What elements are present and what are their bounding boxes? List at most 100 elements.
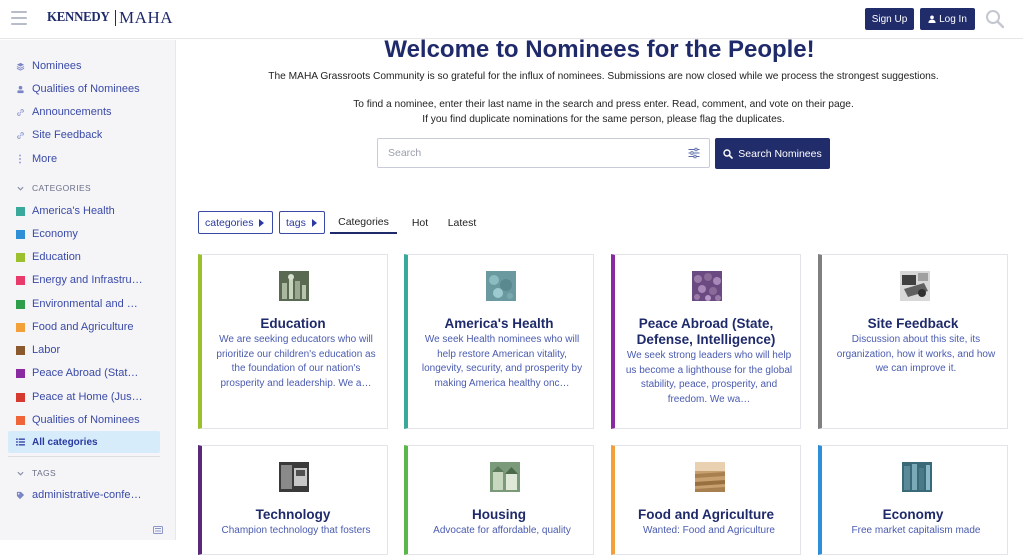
- sidebar-item-label: Qualities of Nominees: [32, 414, 140, 426]
- sidebar-category-energy[interactable]: Energy and Infrastru…: [8, 269, 160, 291]
- sidebar-category-peace-home[interactable]: Peace at Home (Jus…: [8, 386, 160, 408]
- sidebar-item-label: Peace at Home (Jus…: [32, 391, 143, 403]
- sidebar-item-label: Peace Abroad (State…: [32, 367, 144, 379]
- category-card-peace-abroad[interactable]: Peace Abroad (State, Defense, Intelligen…: [611, 254, 801, 429]
- categories-dropdown[interactable]: categories: [198, 211, 273, 234]
- search-input[interactable]: [388, 139, 678, 167]
- nominee-search-box: [377, 138, 710, 168]
- user-icon: [928, 15, 936, 23]
- chevron-down-icon: [8, 471, 32, 476]
- instructions-line-2: If you find duplicate nominations for th…: [176, 114, 1023, 125]
- category-card-economy[interactable]: Economy Free market capitalism made: [818, 445, 1008, 555]
- link-icon: [8, 131, 32, 140]
- tab-latest[interactable]: Latest: [446, 211, 478, 234]
- sidebar-item-more[interactable]: More: [8, 148, 160, 170]
- sidebar-item-qualities[interactable]: Qualities of Nominees: [8, 78, 160, 100]
- search-icon[interactable]: [985, 9, 1005, 29]
- sidebar-item-nominees[interactable]: Nominees: [8, 55, 160, 77]
- sidebar-all-categories[interactable]: All categories: [8, 431, 160, 453]
- category-color-swatch: [16, 393, 25, 402]
- sidebar-item-label: Announcements: [32, 106, 112, 118]
- category-color-swatch: [16, 253, 25, 262]
- tags-dropdown[interactable]: tags: [279, 211, 325, 234]
- logo-kennedy: KENNEDY: [47, 10, 109, 26]
- card-description: Wanted: Food and Agriculture: [625, 524, 793, 539]
- category-color-swatch: [16, 323, 25, 332]
- user-icon: [8, 85, 32, 94]
- food-agriculture-image: [695, 462, 725, 492]
- tags-section-toggle[interactable]: TAGS: [8, 465, 56, 481]
- sidebar-item-label: Nominees: [32, 60, 82, 72]
- sidebar-category-peace-abroad[interactable]: Peace Abroad (State…: [8, 362, 160, 384]
- card-description: Free market capitalism made: [832, 524, 1000, 539]
- sidebar-item-label: Food and Agriculture: [32, 321, 134, 333]
- sidebar-category-food[interactable]: Food and Agriculture: [8, 316, 160, 338]
- tag-icon: [8, 491, 32, 500]
- category-card-site-feedback[interactable]: Site Feedback Discussion about this site…: [818, 254, 1008, 429]
- category-color-swatch: [16, 416, 25, 425]
- sidebar-item-label: More: [32, 153, 57, 165]
- caret-right-icon: [312, 219, 317, 227]
- card-title: Technology: [202, 507, 384, 523]
- tab-categories[interactable]: Categories: [330, 211, 397, 234]
- search-nominees-button[interactable]: Search Nominees: [715, 138, 830, 169]
- more-vertical-icon: [8, 154, 32, 164]
- card-title: Site Feedback: [822, 316, 1004, 332]
- category-color-swatch: [16, 300, 25, 309]
- categories-heading: CATEGORIES: [32, 183, 91, 193]
- sidebar-category-environmental[interactable]: Environmental and …: [8, 293, 160, 315]
- categories-section-toggle[interactable]: CATEGORIES: [8, 180, 91, 196]
- filter-sliders-icon[interactable]: [688, 147, 700, 159]
- list-icon: [8, 438, 32, 446]
- link-icon: [8, 108, 32, 117]
- sidebar-item-label: America's Health: [32, 205, 115, 217]
- card-title: Peace Abroad (State, Defense, Intelligen…: [615, 316, 797, 348]
- sidebar-item-label: Economy: [32, 228, 78, 240]
- category-card-food-agriculture[interactable]: Food and Agriculture Wanted: Food and Ag…: [611, 445, 801, 555]
- sidebar: Nominees Qualities of Nominees Announcem…: [0, 40, 176, 540]
- sidebar-divider: [8, 456, 160, 457]
- sidebar-item-site-feedback[interactable]: Site Feedback: [8, 124, 160, 146]
- keyboard-icon[interactable]: [153, 526, 163, 534]
- sidebar-category-economy[interactable]: Economy: [8, 223, 160, 245]
- card-description: We seek strong leaders who will help us …: [625, 349, 793, 407]
- card-title: Education: [202, 316, 384, 332]
- tags-dropdown-label: tags: [286, 217, 306, 229]
- layers-icon: [8, 62, 32, 71]
- card-description: Discussion about this site, its organiza…: [832, 333, 1000, 377]
- sidebar-item-label: administrative-confer…: [32, 489, 144, 501]
- categories-dropdown-label: categories: [205, 217, 253, 229]
- sidebar-category-americas-health[interactable]: America's Health: [8, 200, 160, 222]
- hamburger-menu-icon[interactable]: [11, 11, 27, 25]
- category-card-education[interactable]: Education We are seeking educators who w…: [198, 254, 388, 429]
- sidebar-category-qualities[interactable]: Qualities of Nominees: [8, 409, 160, 431]
- search-nominees-label: Search Nominees: [738, 148, 821, 160]
- category-card-americas-health[interactable]: America's Health We seek Health nominees…: [404, 254, 594, 429]
- sidebar-category-education[interactable]: Education: [8, 246, 160, 268]
- chevron-down-icon: [8, 186, 32, 191]
- site-logo[interactable]: KENNEDY MAHA: [40, 4, 173, 32]
- card-title: America's Health: [408, 316, 590, 332]
- tab-hot[interactable]: Hot: [410, 211, 430, 234]
- category-color-swatch: [16, 276, 25, 285]
- category-card-technology[interactable]: Technology Champion technology that fost…: [198, 445, 388, 555]
- technology-image: [279, 462, 309, 492]
- sidebar-item-label: Education: [32, 251, 81, 263]
- logo-maha: MAHA: [119, 8, 173, 28]
- sidebar-item-label: Site Feedback: [32, 129, 102, 141]
- category-color-swatch: [16, 230, 25, 239]
- sign-up-button[interactable]: Sign Up: [865, 8, 914, 30]
- caret-right-icon: [259, 219, 264, 227]
- sidebar-tag-item[interactable]: administrative-confer…: [8, 484, 160, 506]
- americas-health-image: [486, 271, 516, 301]
- sidebar-category-labor[interactable]: Labor: [8, 339, 160, 361]
- housing-image: [490, 462, 520, 492]
- card-title: Housing: [408, 507, 590, 523]
- sidebar-item-label: Environmental and …: [32, 298, 138, 310]
- log-in-button[interactable]: Log In: [920, 8, 975, 30]
- sidebar-item-label: Energy and Infrastru…: [32, 274, 143, 286]
- card-description: We seek Health nominees who will help re…: [418, 333, 586, 391]
- sidebar-item-announcements[interactable]: Announcements: [8, 101, 160, 123]
- category-color-swatch: [16, 346, 25, 355]
- category-card-housing[interactable]: Housing Advocate for affordable, quality: [404, 445, 594, 555]
